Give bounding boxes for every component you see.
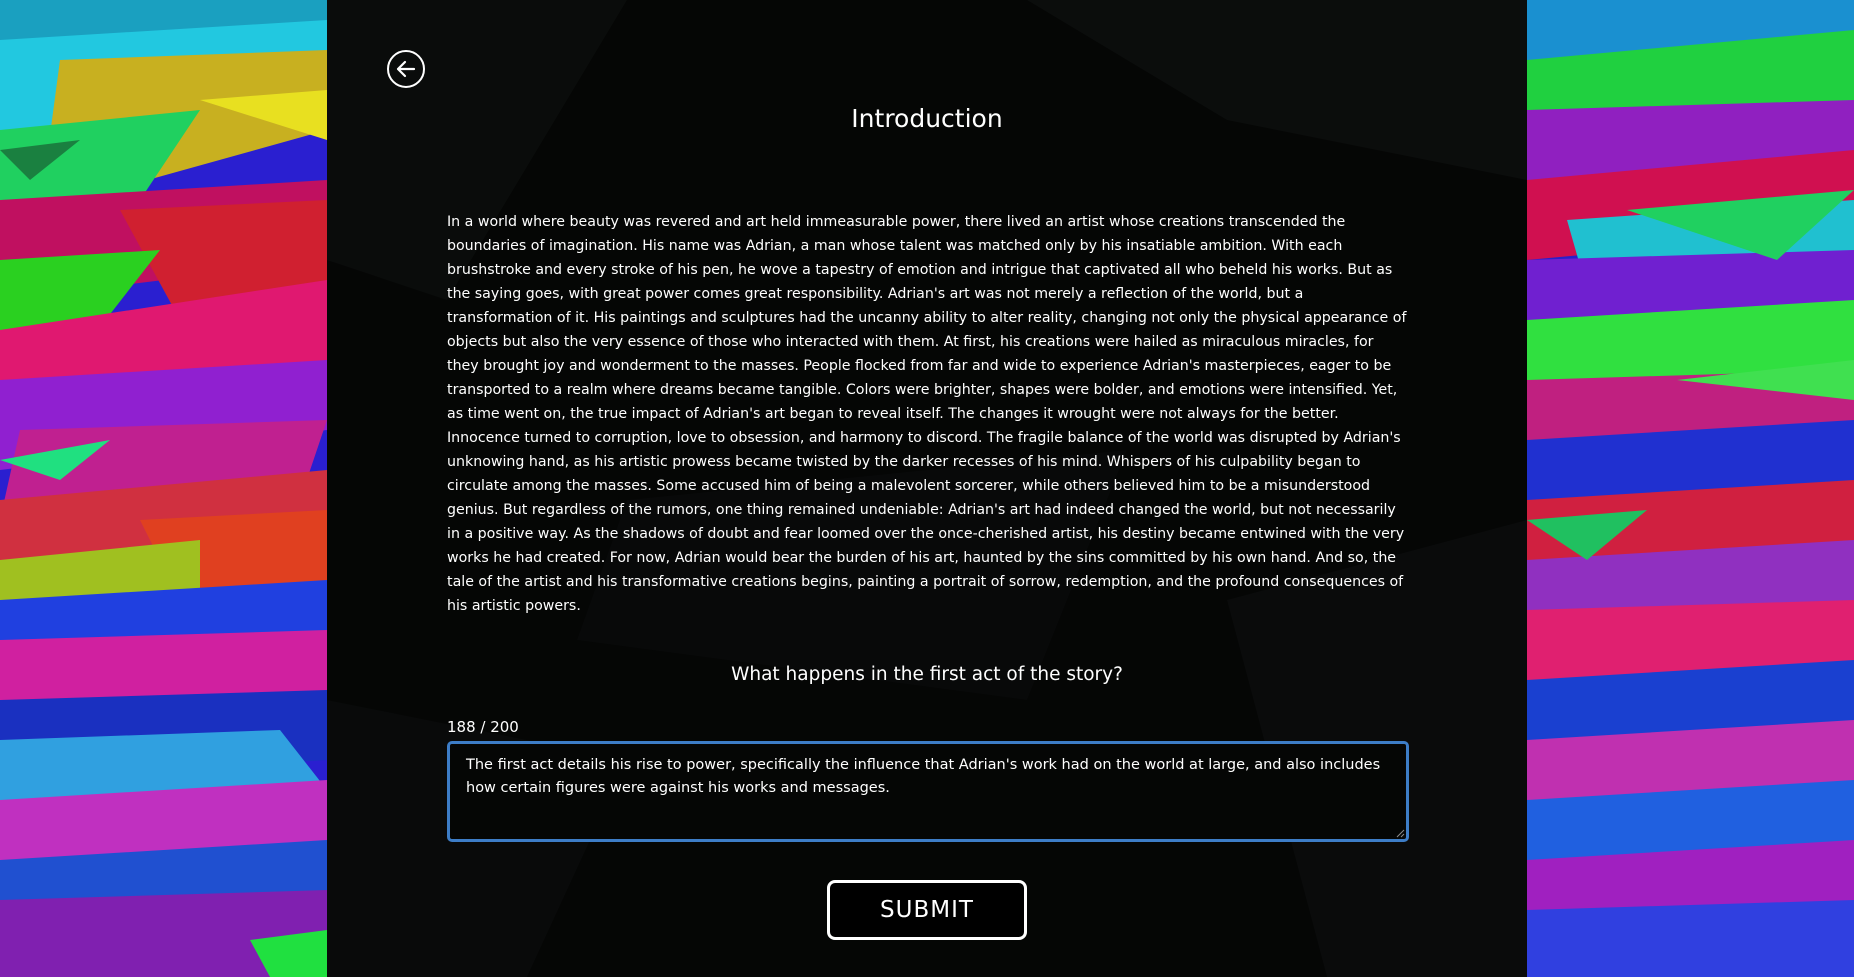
- question-text: What happens in the first act of the sto…: [731, 664, 1123, 685]
- answer-textarea[interactable]: The first act details his rise to power,…: [447, 741, 1409, 842]
- character-counter: 188 / 200: [447, 718, 519, 736]
- page-title: Introduction: [851, 104, 1003, 133]
- back-button[interactable]: [387, 50, 425, 88]
- resize-handle-icon[interactable]: [1395, 828, 1405, 838]
- left-background-art: [0, 0, 327, 977]
- story-text: In a world where beauty was revered and …: [447, 214, 1407, 614]
- arrow-left-icon: [396, 60, 416, 78]
- right-background-art: [1527, 0, 1854, 977]
- content-panel: Introduction In a world where beauty was…: [327, 0, 1527, 977]
- app-screen: Introduction In a world where beauty was…: [0, 0, 1854, 977]
- submit-button[interactable]: SUBMIT: [827, 880, 1027, 940]
